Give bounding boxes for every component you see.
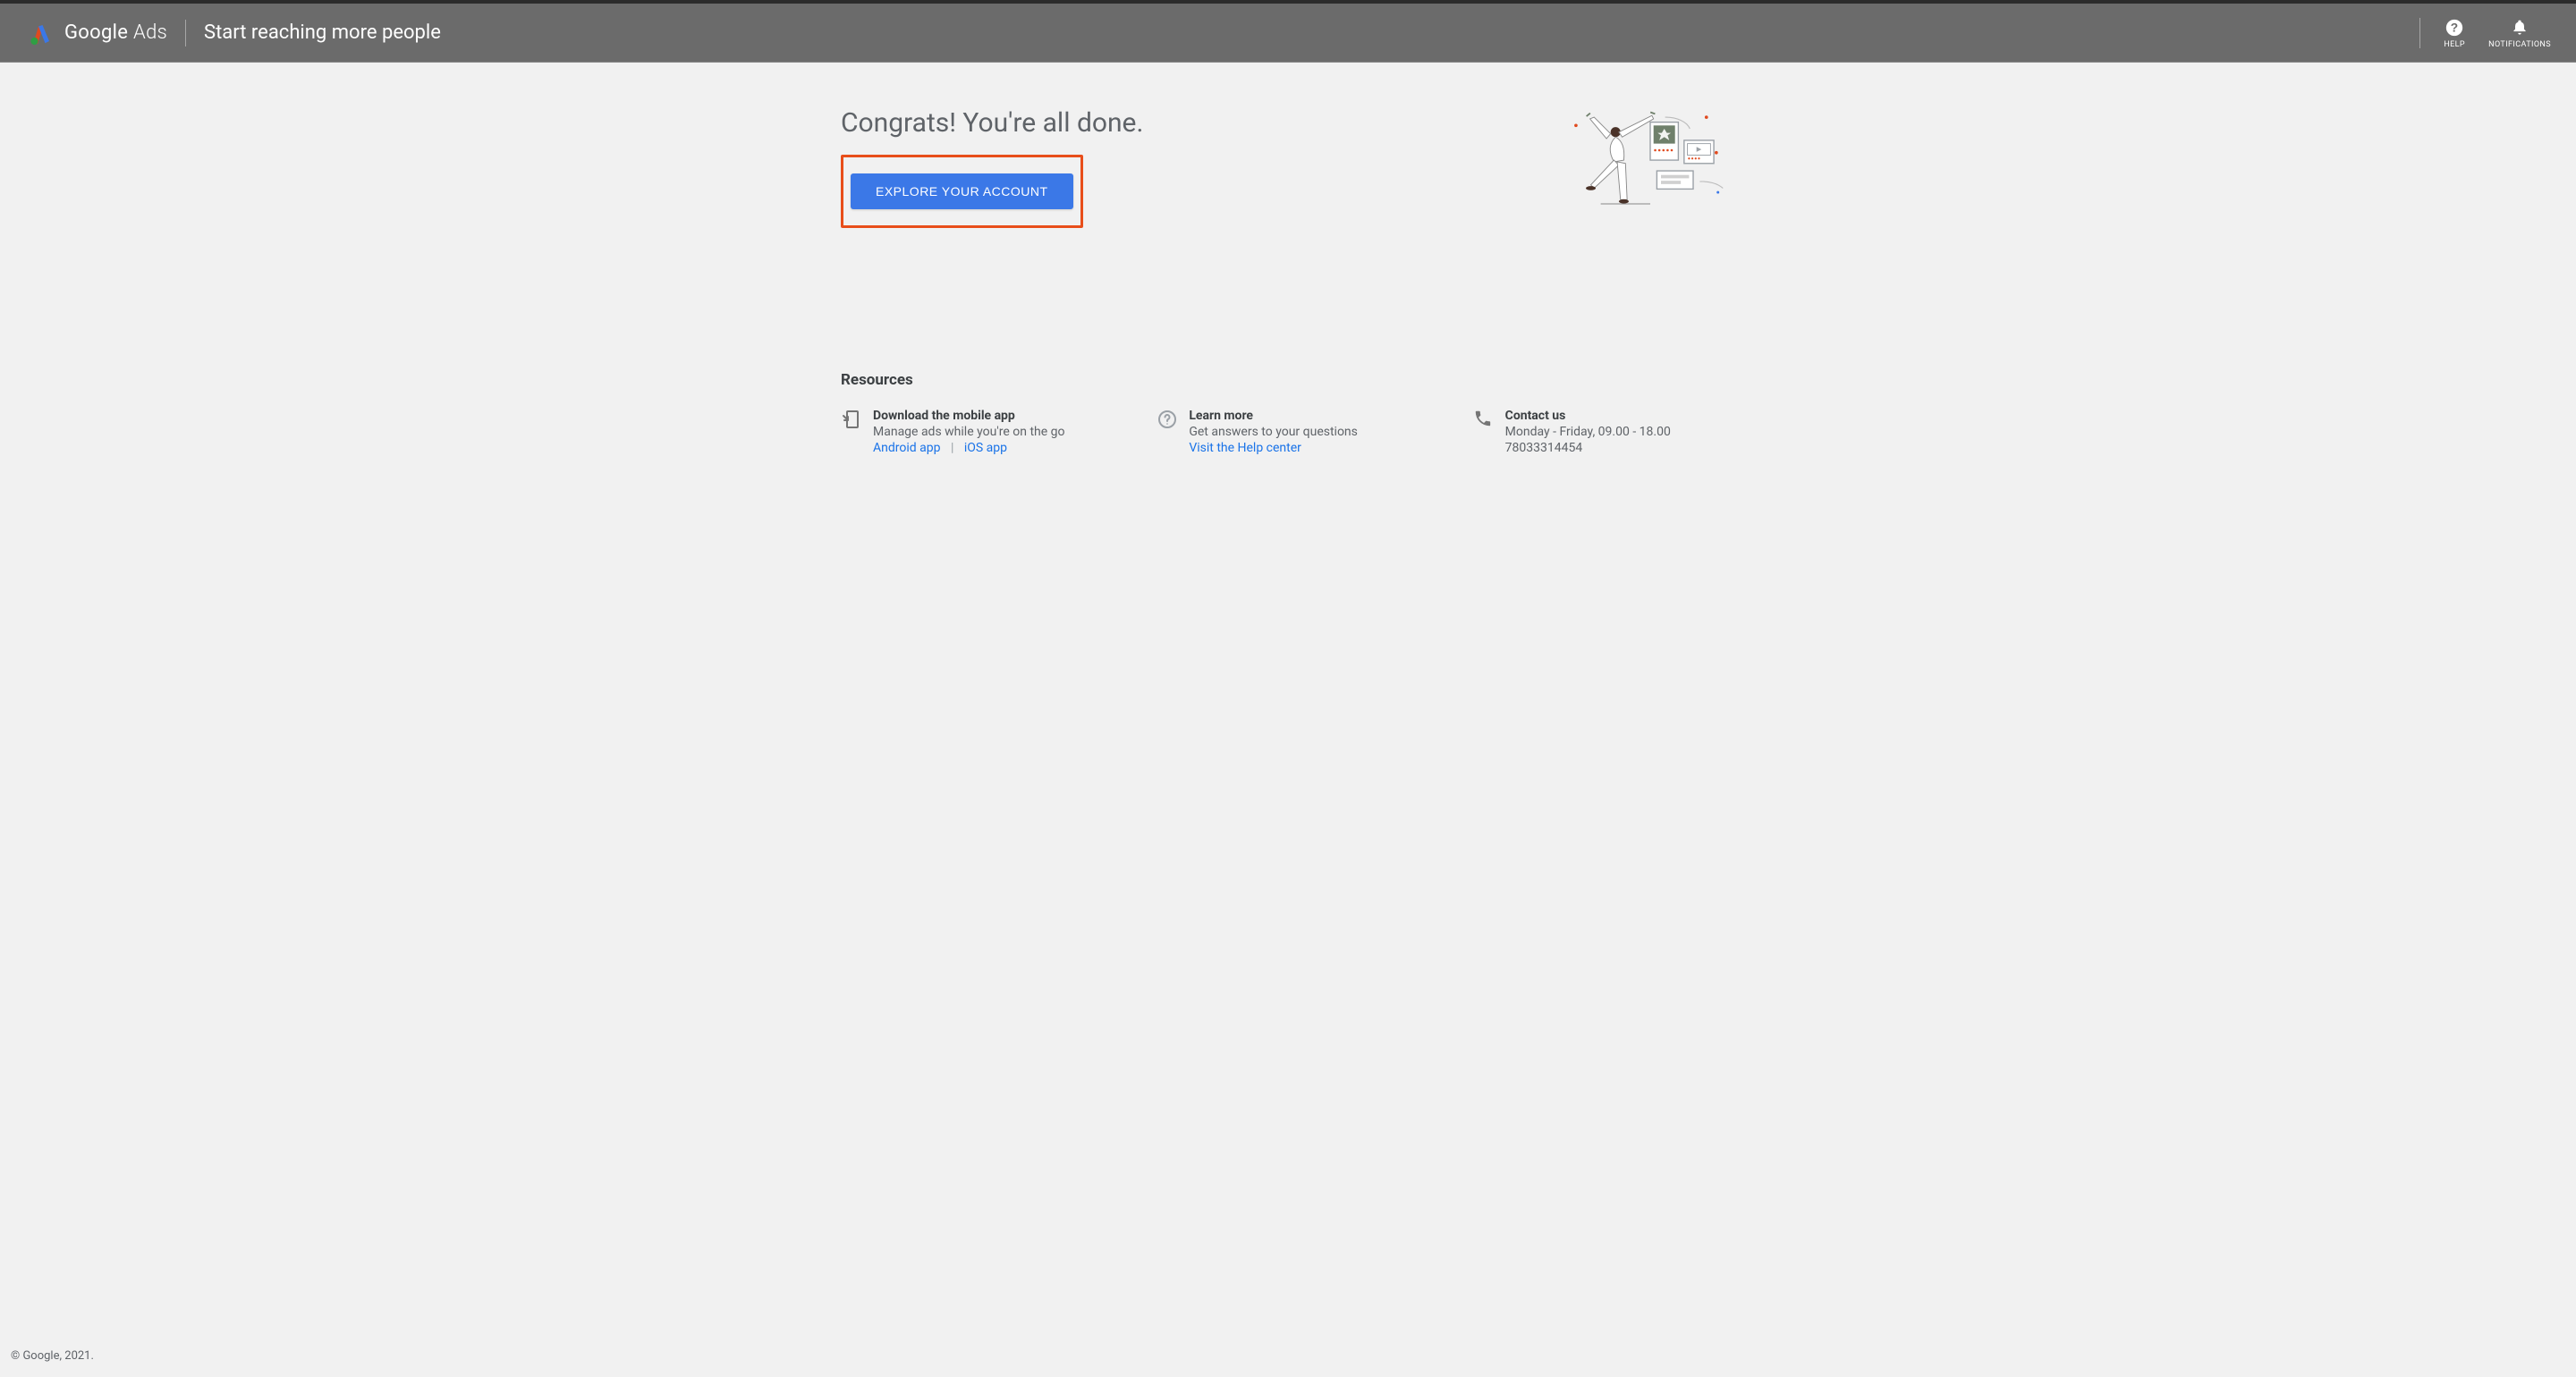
resource-grid: Download the mobile app Manage ads while… [841,409,1735,457]
resource-desc: Manage ads while you're on the go [873,425,1065,439]
explore-account-button[interactable]: EXPLORE YOUR ACCOUNT [851,173,1073,209]
resource-hours: Monday - Friday, 09.00 - 18.00 [1505,425,1671,439]
copyright-text: © Google, 2021. [11,1349,94,1363]
brand-text: Google Ads [64,21,167,44]
help-icon: ? [2445,17,2464,38]
phone-icon [1473,409,1495,430]
bell-icon [2511,17,2529,38]
svg-text:?: ? [2451,21,2458,34]
resource-title: Contact us [1505,409,1671,423]
resource-title: Download the mobile app [873,409,1065,423]
resource-phone: 78033314454 [1505,441,1671,455]
header-actions: ? HELP NOTIFICATIONS [2419,17,2551,49]
help-circle-icon [1157,409,1178,430]
cta-highlight-box: EXPLORE YOUR ACCOUNT [841,155,1083,228]
help-label: HELP [2444,40,2465,49]
help-button[interactable]: ? HELP [2436,17,2472,49]
google-ads-logo-icon [25,20,52,46]
link-separator: | [944,441,961,455]
android-app-link[interactable]: Android app [873,441,940,455]
notifications-button[interactable]: NOTIFICATIONS [2488,17,2551,49]
logo-area: Google Ads [25,20,167,46]
download-app-icon [841,409,862,430]
resource-download-app: Download the mobile app Manage ads while… [841,409,1103,457]
main-content: Congrats! You're all done. EXPLORE YOUR … [0,63,2576,1342]
resource-contact-us: Contact us Monday - Friday, 09.00 - 18.0… [1473,409,1735,457]
header-divider [185,20,186,46]
footer: © Google, 2021. [0,1342,2576,1377]
heading-block: Congrats! You're all done. EXPLORE YOUR … [841,107,1143,228]
page-subtitle: Start reaching more people [204,21,441,44]
brand-name: Google [64,21,128,44]
header-actions-divider [2419,18,2420,48]
ios-app-link[interactable]: iOS app [964,441,1007,455]
resources-section: Resources Download the mobile app Manage… [841,371,1735,457]
resource-learn-more: Learn more Get answers to your questions… [1157,409,1419,457]
resource-title: Learn more [1189,409,1358,423]
page-heading: Congrats! You're all done. [841,107,1143,139]
notifications-label: NOTIFICATIONS [2488,40,2551,49]
resource-desc: Get answers to your questions [1189,425,1358,439]
help-center-link[interactable]: Visit the Help center [1189,441,1301,455]
celebration-illustration [1565,107,1735,215]
resources-title: Resources [841,371,1735,389]
brand-suffix: Ads [133,21,167,44]
app-header: Google Ads Start reaching more people ? … [0,4,2576,63]
